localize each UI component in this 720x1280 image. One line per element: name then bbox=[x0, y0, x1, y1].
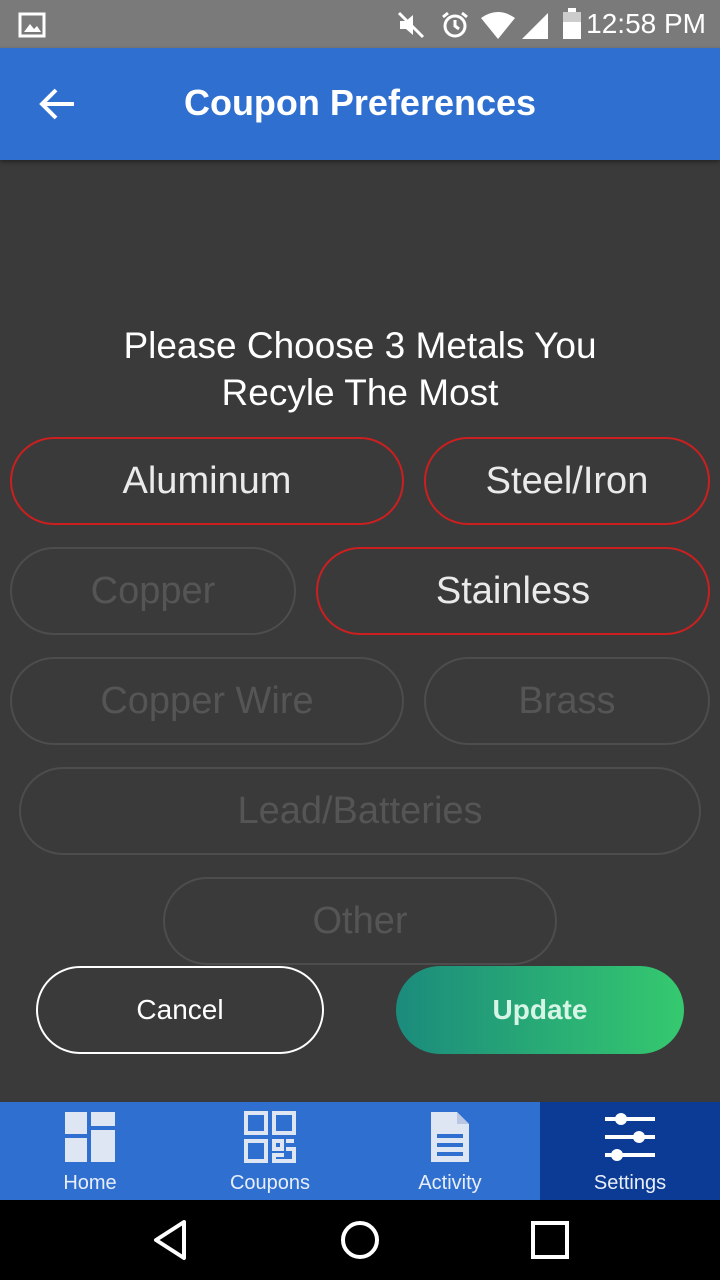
update-button[interactable]: Update bbox=[396, 966, 684, 1054]
sliders-icon bbox=[605, 1113, 655, 1161]
tab-settings[interactable]: Settings bbox=[540, 1102, 720, 1200]
battery-icon bbox=[563, 8, 581, 39]
tab-coupons[interactable]: Coupons bbox=[180, 1102, 360, 1200]
nav-home-icon[interactable] bbox=[338, 1218, 382, 1262]
bottom-tab-bar: Home Coupons Activity Settings bbox=[0, 1102, 720, 1200]
status-bar: 12:58 PM bbox=[0, 0, 720, 48]
document-icon bbox=[431, 1112, 469, 1162]
metal-option-copper[interactable]: Copper bbox=[10, 547, 296, 635]
wifi-icon bbox=[481, 12, 515, 39]
metal-option-aluminum[interactable]: Aluminum bbox=[10, 437, 404, 525]
tab-coupons-label: Coupons bbox=[229, 1172, 311, 1194]
nav-back-icon[interactable] bbox=[150, 1218, 190, 1262]
metal-choice-prompt: Please Choose 3 Metals You Recyle The Mo… bbox=[60, 322, 660, 416]
tab-activity-label: Activity bbox=[418, 1172, 482, 1194]
metal-option-brass[interactable]: Brass bbox=[424, 657, 710, 745]
tab-activity[interactable]: Activity bbox=[360, 1102, 540, 1200]
page-title: Coupon Preferences bbox=[183, 82, 537, 123]
metal-option-other[interactable]: Other bbox=[163, 877, 557, 965]
status-time: 12:58 PM bbox=[586, 8, 706, 39]
alarm-icon bbox=[442, 11, 468, 38]
metal-option-lead-batteries[interactable]: Lead/Batteries bbox=[19, 767, 701, 855]
metal-option-copper-wire[interactable]: Copper Wire bbox=[10, 657, 404, 745]
metal-option-steel-iron[interactable]: Steel/Iron bbox=[424, 437, 710, 525]
tab-home[interactable]: Home bbox=[0, 1102, 180, 1200]
metal-option-stainless[interactable]: Stainless bbox=[316, 547, 710, 635]
tab-settings-label: Settings bbox=[593, 1172, 667, 1194]
prompt-line-2: Recyle The Most bbox=[221, 372, 499, 413]
tab-home-label: Home bbox=[63, 1172, 117, 1194]
prompt-line-1: Please Choose 3 Metals You bbox=[123, 325, 597, 366]
app-bar: Coupon Preferences bbox=[0, 48, 720, 160]
dashboard-icon bbox=[65, 1112, 115, 1162]
nav-recents-icon[interactable] bbox=[530, 1220, 570, 1260]
signal-icon bbox=[522, 13, 548, 39]
cancel-button[interactable]: Cancel bbox=[36, 966, 324, 1054]
system-navigation-bar bbox=[0, 1200, 720, 1280]
mute-icon bbox=[397, 11, 425, 39]
image-notification-icon bbox=[18, 12, 46, 38]
qr-code-icon bbox=[244, 1111, 296, 1163]
